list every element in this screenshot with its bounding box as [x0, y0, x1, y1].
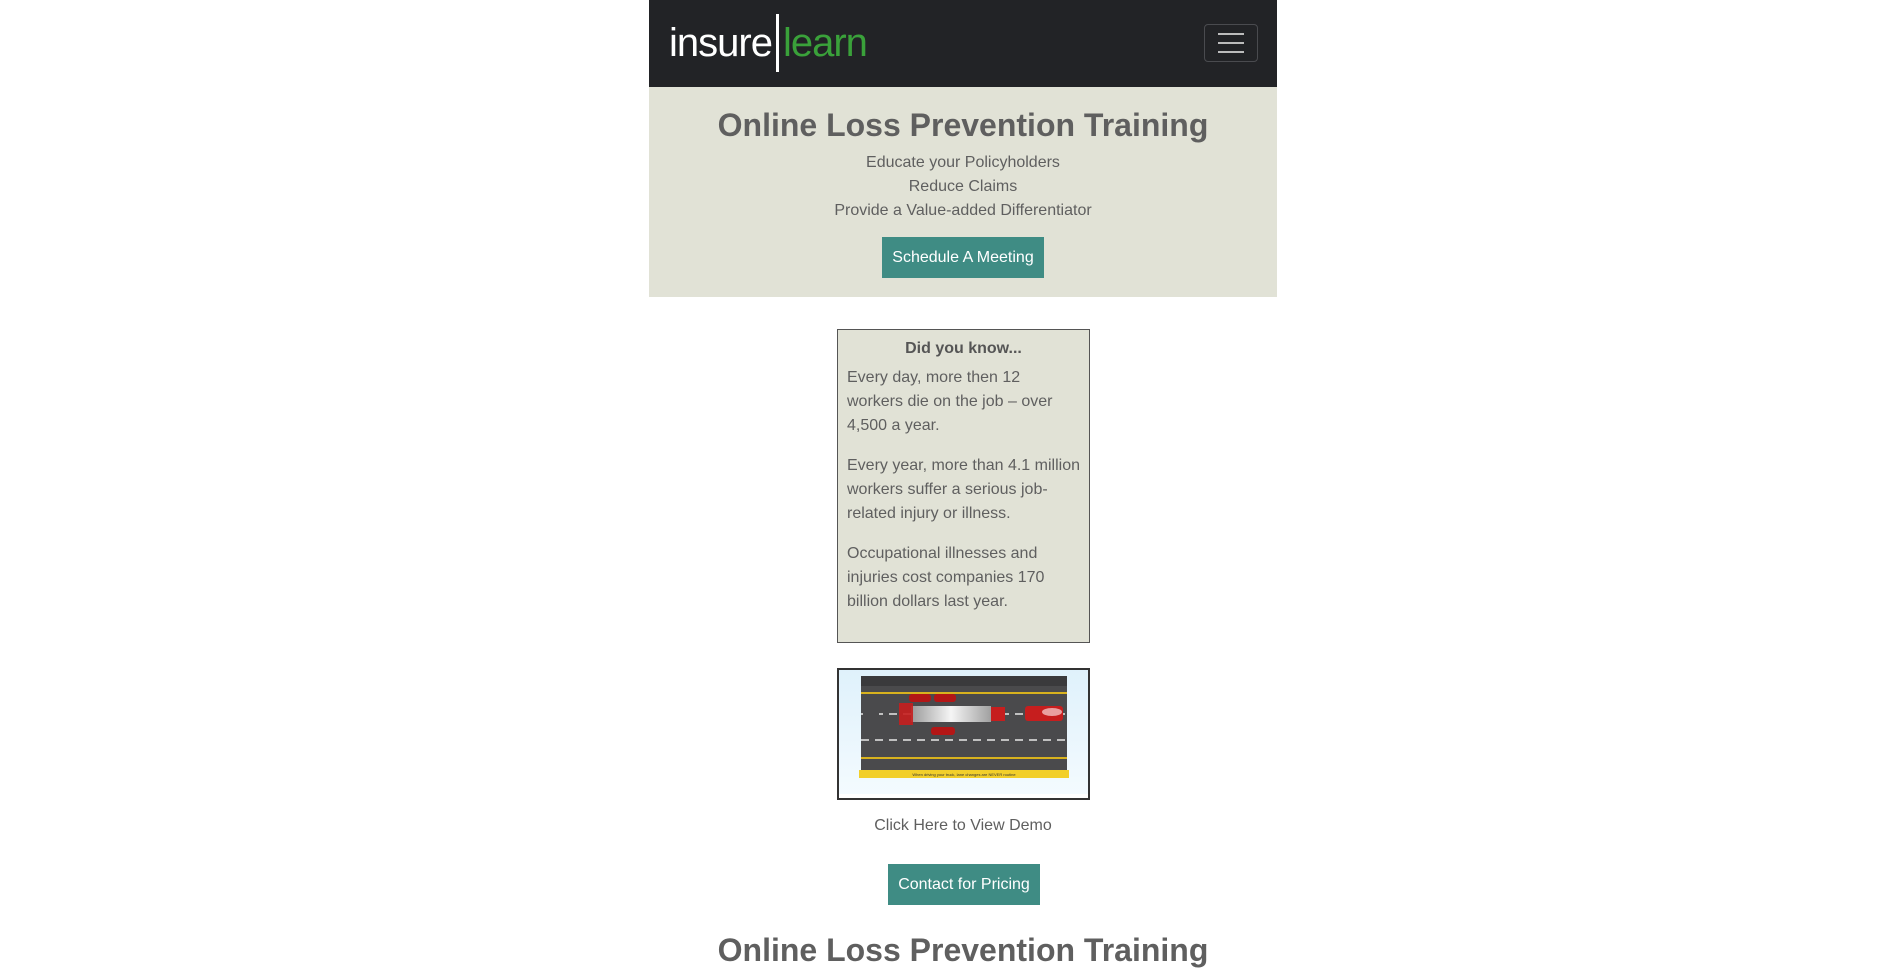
- fact-item: Every day, more then 12 workers die on t…: [847, 369, 1053, 434]
- logo-text-learn: learn: [782, 20, 868, 65]
- hero-line: Reduce Claims: [908, 178, 1018, 195]
- hamburger-menu-icon: [1218, 33, 1244, 35]
- hamburger-menu-button[interactable]: [1204, 24, 1258, 62]
- hero-title: Online Loss Prevention Training: [717, 107, 1209, 143]
- facts-heading: Did you know...: [905, 340, 1022, 357]
- schedule-meeting-button[interactable]: Schedule A Meeting: [882, 237, 1044, 278]
- navbar: insure learn: [649, 0, 1277, 87]
- hero-banner: Online Loss Prevention Training Educate …: [649, 87, 1277, 297]
- fact-item: Every year, more than 4.1 million worker…: [847, 457, 1080, 522]
- logo-divider: [775, 14, 779, 72]
- contact-pricing-button[interactable]: Contact for Pricing: [888, 864, 1040, 905]
- site-logo[interactable]: insure learn: [669, 14, 868, 72]
- hero-tagline: Educate your Policyholders Reduce Claims…: [649, 151, 1277, 223]
- hero-line: Provide a Value-added Differentiator: [834, 202, 1092, 219]
- page: insure learn Online Loss Prevention Trai…: [0, 0, 1903, 969]
- demo-video-thumbnail[interactable]: When driving your truck, lane changes ar…: [837, 668, 1090, 800]
- facts-box: Did you know... Every day, more then 12 …: [837, 329, 1090, 643]
- truck-lane-change-illustration: When driving your truck, lane changes ar…: [839, 670, 1088, 798]
- view-demo-link[interactable]: Click Here to View Demo: [649, 817, 1277, 835]
- thumbnail-caption: When driving your truck, lane changes ar…: [912, 772, 1016, 777]
- logo-text-insure: insure: [669, 20, 773, 65]
- section-title: Online Loss Prevention Training: [717, 932, 1209, 968]
- hero-line: Educate your Policyholders: [866, 154, 1060, 171]
- main-column: insure learn Online Loss Prevention Trai…: [649, 0, 1277, 969]
- fact-item: Occupational illnesses and injuries cost…: [847, 545, 1045, 610]
